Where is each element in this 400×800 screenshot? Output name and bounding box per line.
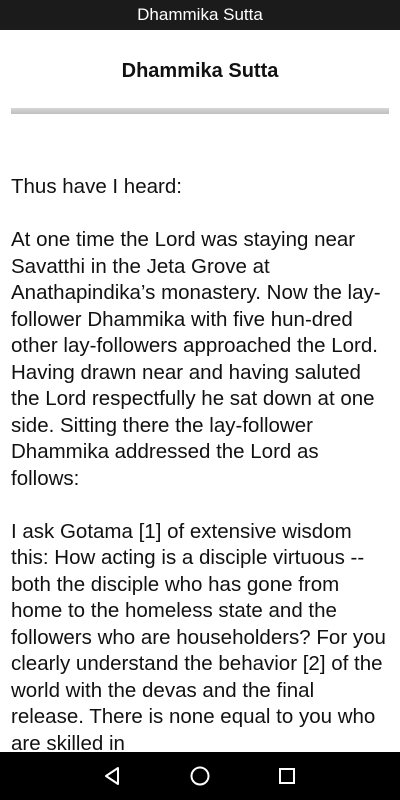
recents-button[interactable] (267, 756, 307, 796)
app-title-bar: Dhammika Sutta (0, 0, 400, 30)
back-button[interactable] (93, 756, 133, 796)
app-title: Dhammika Sutta (137, 5, 263, 24)
paragraph: At one time the Lord was staying near Sa… (11, 228, 381, 490)
back-triangle-icon (105, 767, 120, 785)
home-button[interactable] (180, 756, 220, 796)
paragraph: I ask Gotama [1] of extensive wisdom thi… (11, 519, 386, 753)
page-title: Dhammika Sutta (121, 60, 279, 82)
home-circle-icon (190, 766, 210, 786)
paragraph: Thus have I heard: (11, 175, 182, 198)
recents-square-icon (278, 768, 295, 784)
system-navigation-bar (0, 752, 400, 800)
divider (11, 108, 389, 114)
sutta-text: Thus have I heard: At one time the Lord … (11, 174, 391, 752)
